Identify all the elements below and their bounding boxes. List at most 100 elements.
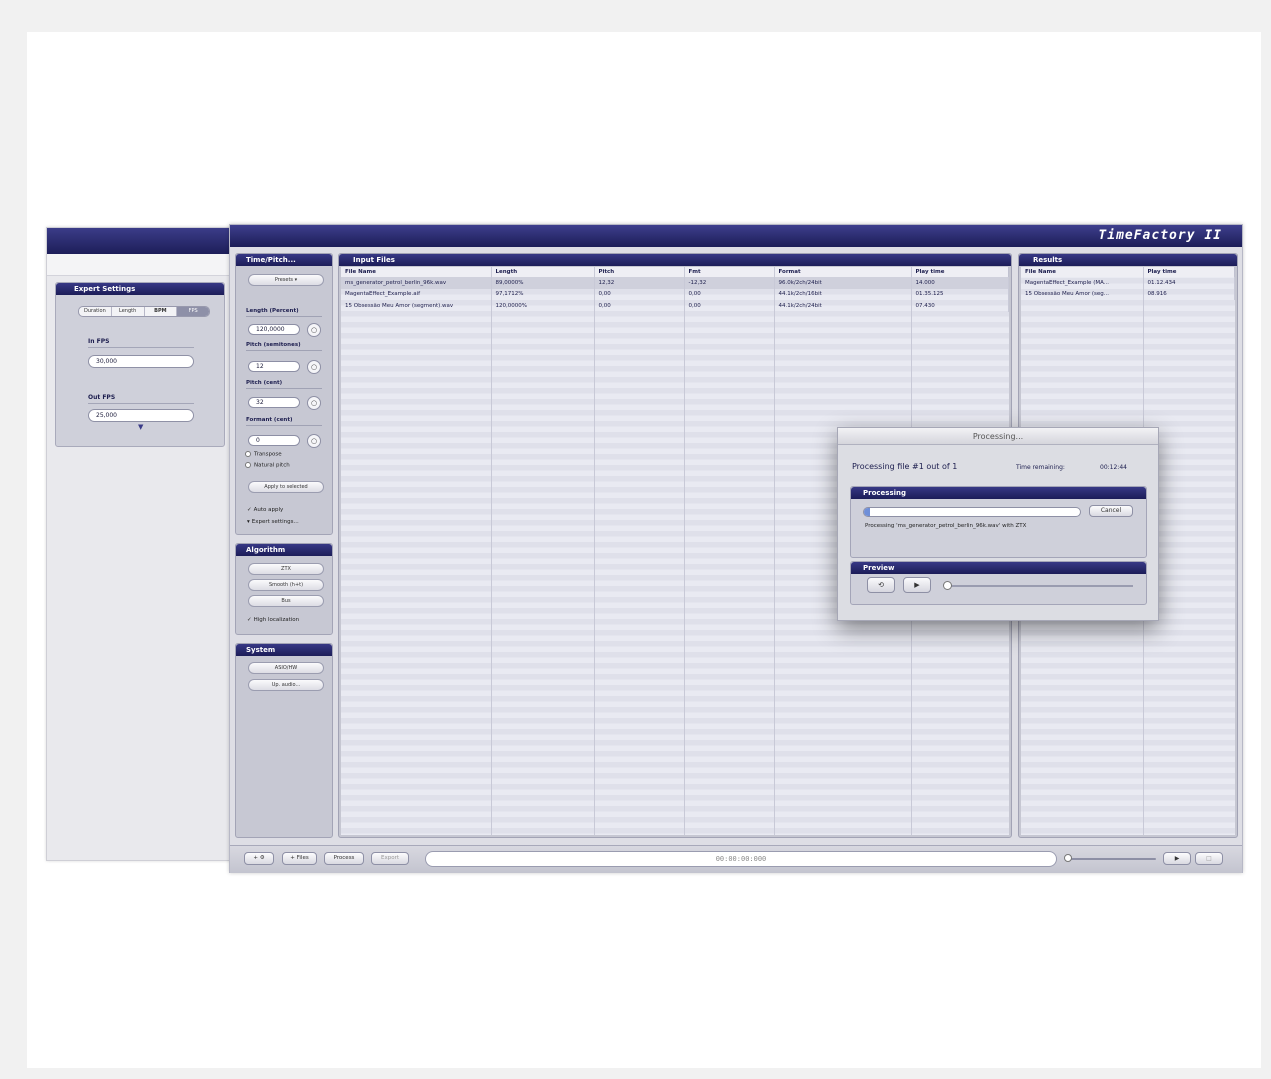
- dialog-title[interactable]: Processing...: [838, 428, 1158, 445]
- processing-header: Processing: [851, 487, 1146, 499]
- play-time-cell: 07.430: [911, 300, 1009, 312]
- expert-settings-panel: Expert Settings Duration Length BPM FPS …: [55, 282, 225, 447]
- play-time-cell: 08.916: [1143, 288, 1235, 300]
- presets-dropdown[interactable]: Presets ▾: [248, 274, 324, 286]
- mode-duration[interactable]: Duration: [79, 307, 112, 316]
- auto-apply-checkbox[interactable]: ✓ Auto apply: [247, 507, 283, 513]
- expert-settings-toggle[interactable]: ▾ Expert settings...: [247, 519, 299, 525]
- input-files-header: Input Files: [339, 254, 1011, 266]
- algorithm-panel: Algorithm ZTX Smooth (h+t) Bus ✓ High loc…: [235, 543, 333, 635]
- fmt-cell: -12,32: [684, 277, 775, 289]
- play-time-cell: 01.12.434: [1143, 277, 1235, 289]
- add-files-button[interactable]: + Files: [282, 852, 317, 865]
- pitch-cell: 0,00: [594, 300, 685, 312]
- preview-slider[interactable]: [947, 585, 1133, 587]
- position-slider[interactable]: [1068, 858, 1156, 860]
- divider: [88, 347, 194, 348]
- preview-slider-knob[interactable]: [943, 581, 952, 590]
- transpose-radio[interactable]: Transpose: [245, 451, 282, 458]
- preview-play-button[interactable]: ▶: [903, 577, 931, 593]
- column-header-length[interactable]: Length: [491, 267, 595, 277]
- length-field[interactable]: 120,0000: [248, 324, 300, 335]
- process-button[interactable]: Process: [324, 852, 364, 865]
- column-header-fmt[interactable]: Fmt: [684, 267, 775, 277]
- time-remaining-label: Time remaining:: [1016, 464, 1065, 471]
- reset-pitch-icon[interactable]: ○: [307, 360, 321, 374]
- main-titlebar[interactable]: TimeFactory II: [230, 225, 1242, 247]
- stop-button[interactable]: □: [1195, 852, 1223, 865]
- in-fps-field[interactable]: 30,000: [88, 355, 194, 368]
- divider: [246, 350, 322, 351]
- preview-box: Preview ⟲ ▶: [850, 561, 1147, 605]
- mode-segmented-control[interactable]: Duration Length BPM FPS: [78, 306, 210, 317]
- formant-label: Formant (cent): [246, 417, 293, 423]
- divider: [246, 425, 322, 426]
- cancel-button[interactable]: Cancel: [1089, 505, 1133, 517]
- checkmark-icon: ✓: [247, 617, 252, 623]
- table-row[interactable]: MagentaEffect_Example.aif 97,1712% 0,00 …: [341, 288, 1009, 300]
- table-row[interactable]: ms_generator_petrol_berlin_96k.wav 89,00…: [341, 277, 1009, 289]
- reset-formant-icon[interactable]: ○: [307, 434, 321, 448]
- natural-pitch-radio[interactable]: Natural pitch: [245, 462, 290, 469]
- expert-window-toolbar: [47, 254, 235, 276]
- mode-length[interactable]: Length: [112, 307, 145, 316]
- mode-bpm[interactable]: BPM: [145, 307, 178, 316]
- formant-field[interactable]: 0: [248, 435, 300, 446]
- results-header: Results: [1019, 254, 1237, 266]
- add-icon: +: [253, 855, 258, 861]
- add-remove-button[interactable]: + ⚙: [244, 852, 274, 865]
- pitch-cell: 12,32: [594, 277, 685, 289]
- reset-cent-icon[interactable]: ○: [307, 396, 321, 410]
- apply-to-selected-button[interactable]: Apply to selected: [248, 481, 324, 493]
- file-name-cell: MagentaEffect_Example.aif: [341, 288, 492, 300]
- asio-button[interactable]: ASIO/HW: [248, 662, 324, 674]
- pitch-semitones-field[interactable]: 12: [248, 361, 300, 372]
- preview-rewind-button[interactable]: ⟲: [867, 577, 895, 593]
- system-panel: System ASIO/HW Up. audio...: [235, 643, 333, 838]
- column-divider: [594, 267, 595, 835]
- arrow-down-icon: ▼: [138, 423, 144, 431]
- settings-icon: ⚙: [259, 855, 265, 861]
- reset-length-icon[interactable]: ○: [307, 323, 321, 337]
- expert-settings-header: Expert Settings: [56, 283, 224, 295]
- expert-window-titlebar[interactable]: [47, 228, 235, 254]
- high-localization-checkbox[interactable]: ✓ High localization: [247, 617, 299, 623]
- table-row[interactable]: 15 Obsessão Meu Amor (seg... 08.916: [1021, 288, 1235, 300]
- algorithm-smooth-button[interactable]: Smooth (h+t): [248, 579, 324, 591]
- length-label: Length (Percent): [246, 308, 299, 314]
- fmt-cell: 0,00: [684, 288, 775, 300]
- table-row[interactable]: MagentaEffect_Example (MA... 01.12.434: [1021, 277, 1235, 289]
- play-icon: ▶: [914, 581, 920, 589]
- mode-fps[interactable]: FPS: [177, 307, 209, 316]
- table-header-row: File Name Play time: [1021, 267, 1235, 277]
- expert-settings-window: Expert Settings Duration Length BPM FPS …: [46, 227, 236, 861]
- play-time-cell: 14.000: [911, 277, 1009, 289]
- play-button[interactable]: ▶: [1163, 852, 1191, 865]
- algorithm-bus-button[interactable]: Bus: [248, 595, 324, 607]
- out-fps-field[interactable]: 25,000: [88, 409, 194, 422]
- timecode-display: 00:00:00:000: [425, 851, 1057, 867]
- column-header-play-time[interactable]: Play time: [911, 267, 1009, 277]
- column-header-file-name[interactable]: File Name: [341, 267, 492, 277]
- format-cell: 96.0k/2ch/24bit: [774, 277, 912, 289]
- column-header-pitch[interactable]: Pitch: [594, 267, 685, 277]
- position-slider-knob[interactable]: [1064, 854, 1072, 862]
- column-header-format[interactable]: Format: [774, 267, 912, 277]
- pitch-cent-field[interactable]: 32: [248, 397, 300, 408]
- format-cell: 44.1k/2ch/24bit: [774, 300, 912, 312]
- processing-dialog: Processing... Processing file #1 out of …: [837, 427, 1159, 621]
- table-row[interactable]: 15 Obsessão Meu Amor (segment).wav 120,0…: [341, 300, 1009, 312]
- processing-status: Processing 'ms_generator_petrol_berlin_9…: [865, 523, 1027, 529]
- audio-settings-button[interactable]: Up. audio...: [248, 679, 324, 691]
- column-header-file-name[interactable]: File Name: [1021, 267, 1144, 277]
- export-button[interactable]: Export: [371, 852, 409, 865]
- time-remaining-value: 00:12:44: [1100, 464, 1127, 471]
- column-header-play-time[interactable]: Play time: [1143, 267, 1235, 277]
- pitch-cell: 0,00: [594, 288, 685, 300]
- file-name-cell: ms_generator_petrol_berlin_96k.wav: [341, 277, 492, 289]
- triangle-icon: ▾: [247, 519, 250, 525]
- file-name-cell: 15 Obsessão Meu Amor (segment).wav: [341, 300, 492, 312]
- file-name-cell: MagentaEffect_Example (MA...: [1021, 277, 1144, 289]
- algorithm-ztx-button[interactable]: ZTX: [248, 563, 324, 575]
- checkmark-icon: ✓: [247, 507, 252, 513]
